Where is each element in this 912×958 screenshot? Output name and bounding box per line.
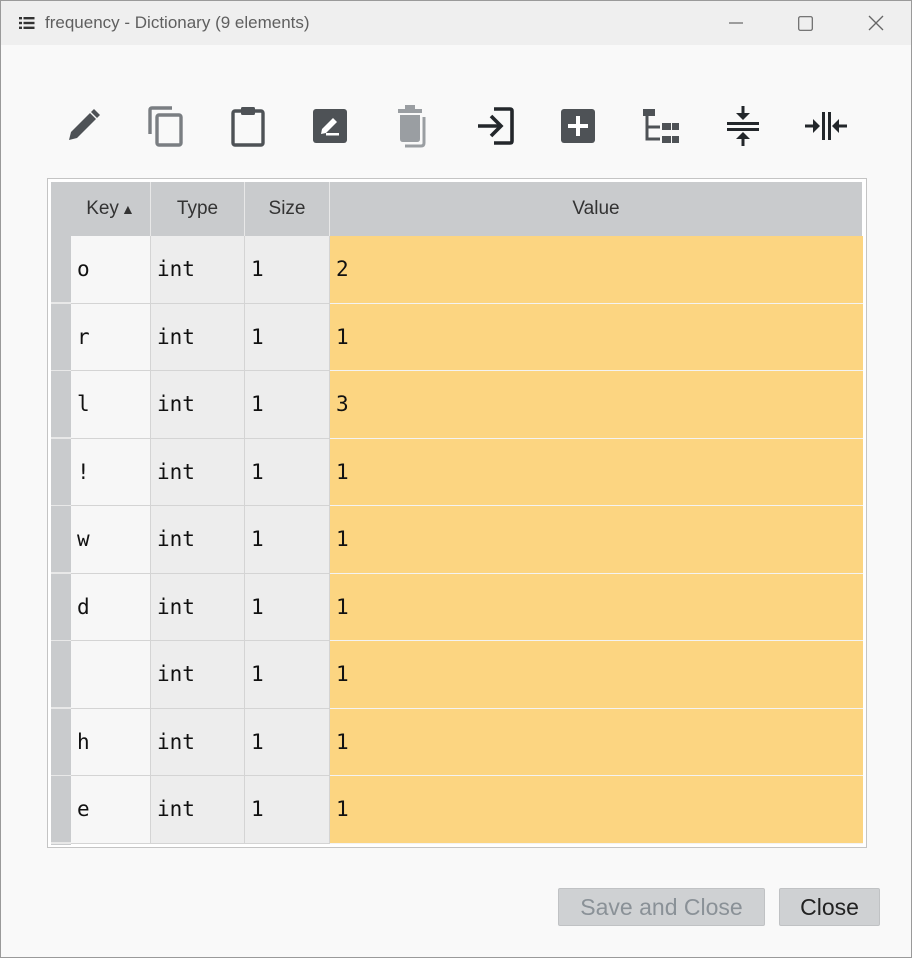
- minimize-icon: [729, 22, 743, 24]
- type-cell[interactable]: int: [151, 708, 245, 776]
- sort-ascending-icon: ▲: [120, 201, 135, 217]
- column-header-key[interactable]: Key ▲: [71, 182, 151, 236]
- tree-button[interactable]: [637, 101, 685, 151]
- value-cell[interactable]: 3: [330, 371, 863, 439]
- insert-button[interactable]: [471, 101, 519, 151]
- row-header-column: [51, 236, 71, 845]
- row-separator: [51, 369, 71, 371]
- rename-button[interactable]: [306, 101, 354, 151]
- key-cell[interactable]: !: [71, 438, 151, 506]
- copy-icon: [148, 106, 183, 147]
- row-separator: [51, 774, 71, 776]
- collapse-icon: [727, 106, 759, 146]
- save-and-close-button[interactable]: Save and Close: [558, 888, 765, 926]
- key-cell[interactable]: [71, 641, 151, 709]
- collapse-button[interactable]: [719, 101, 767, 151]
- type-cell[interactable]: int: [151, 438, 245, 506]
- row-separator: [51, 437, 71, 439]
- trash-icon: [398, 105, 426, 148]
- row-separator: [51, 302, 71, 304]
- row-separator: [51, 572, 71, 574]
- pencil-icon: [69, 109, 100, 140]
- key-cell[interactable]: o: [71, 236, 151, 304]
- type-cell[interactable]: int: [151, 303, 245, 371]
- column-header-label: Key: [86, 198, 119, 219]
- minimize-button[interactable]: [701, 1, 771, 45]
- type-cell[interactable]: int: [151, 776, 245, 844]
- value-cell[interactable]: 2: [330, 236, 863, 304]
- corner-header: [51, 182, 72, 236]
- type-cell[interactable]: int: [151, 641, 245, 709]
- type-cell[interactable]: int: [151, 573, 245, 641]
- close-icon: [868, 15, 884, 31]
- close-button[interactable]: Close: [779, 888, 880, 926]
- maximize-button[interactable]: [770, 1, 840, 45]
- maximize-icon: [797, 15, 813, 31]
- resize-columns-button[interactable]: [802, 101, 850, 151]
- row-separator: [51, 842, 71, 844]
- paste-button[interactable]: [224, 101, 272, 151]
- key-cell[interactable]: d: [71, 573, 151, 641]
- row-separator: [51, 707, 71, 709]
- row-separator: [51, 639, 71, 641]
- delete-button[interactable]: [389, 101, 437, 151]
- size-cell[interactable]: 1: [245, 371, 330, 439]
- title-bar[interactable]: frequency - Dictionary (9 elements): [1, 1, 911, 45]
- value-cell[interactable]: 1: [330, 708, 863, 776]
- type-cell[interactable]: int: [151, 236, 245, 304]
- size-cell[interactable]: 1: [245, 506, 330, 574]
- plus-box-icon: [561, 109, 595, 143]
- size-cell[interactable]: 1: [245, 708, 330, 776]
- column-header-type[interactable]: Type: [151, 182, 245, 236]
- key-cell[interactable]: w: [71, 506, 151, 574]
- key-cell[interactable]: r: [71, 303, 151, 371]
- value-cell[interactable]: 1: [330, 776, 863, 844]
- size-cell[interactable]: 1: [245, 641, 330, 709]
- column-header-label: Size: [268, 198, 306, 219]
- size-cell[interactable]: 1: [245, 303, 330, 371]
- value-cell[interactable]: 1: [330, 303, 863, 371]
- insert-icon: [478, 107, 514, 145]
- key-cell[interactable]: h: [71, 708, 151, 776]
- type-cell[interactable]: int: [151, 506, 245, 574]
- add-button[interactable]: [554, 101, 602, 151]
- dictionary-table: Key ▲ Type Size Value o int 1 2 r int 1 1 l int 1 3!…: [47, 178, 867, 848]
- value-cell[interactable]: 1: [330, 641, 863, 709]
- column-header-size[interactable]: Size: [245, 182, 330, 236]
- column-header-label: Value: [572, 198, 620, 219]
- column-header-value[interactable]: Value: [330, 182, 862, 236]
- resize-columns-icon: [805, 112, 847, 140]
- column-header-label: Type: [176, 198, 219, 219]
- key-cell[interactable]: e: [71, 776, 151, 844]
- size-cell[interactable]: 1: [245, 573, 330, 641]
- size-cell[interactable]: 1: [245, 776, 330, 844]
- value-cell[interactable]: 1: [330, 506, 863, 574]
- window-close-button[interactable]: [841, 1, 911, 45]
- edit-button[interactable]: [59, 101, 107, 151]
- list-icon: [19, 17, 35, 29]
- value-cell[interactable]: 1: [330, 438, 863, 506]
- type-cell[interactable]: int: [151, 371, 245, 439]
- copy-button[interactable]: [141, 101, 189, 151]
- clipboard-icon: [231, 107, 265, 147]
- rename-icon: [313, 109, 347, 143]
- size-cell[interactable]: 1: [245, 236, 330, 304]
- window-title: frequency - Dictionary (9 elements): [45, 13, 310, 32]
- row-separator: [51, 504, 71, 506]
- key-cell[interactable]: l: [71, 371, 151, 439]
- tree-icon: [643, 109, 679, 143]
- dictionary-editor-window: frequency - Dictionary (9 elements) Key …: [0, 0, 912, 958]
- value-cell[interactable]: 1: [330, 573, 863, 641]
- size-cell[interactable]: 1: [245, 438, 330, 506]
